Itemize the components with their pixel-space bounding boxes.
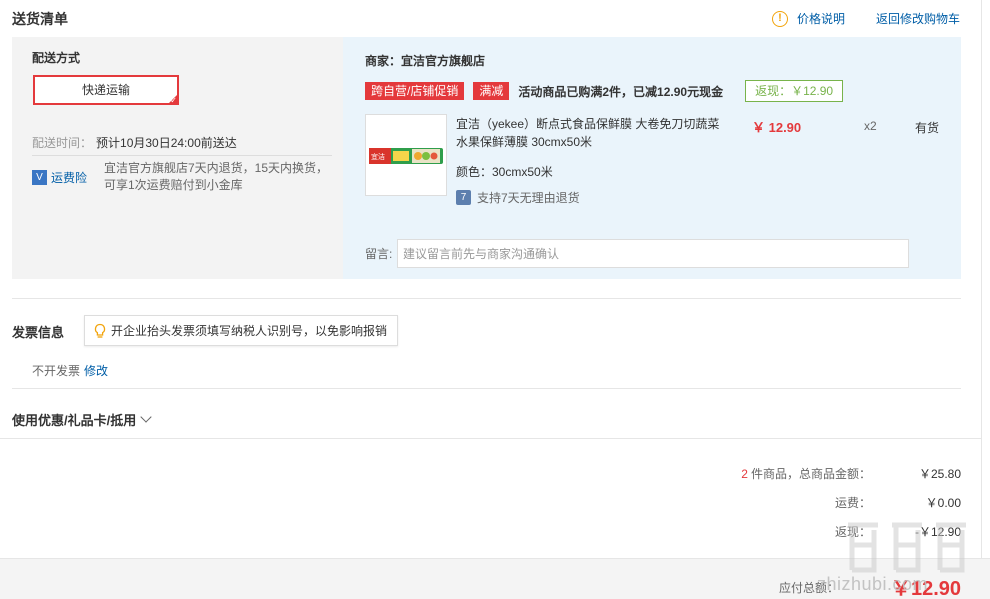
product-quantity: x2 bbox=[864, 119, 877, 133]
divider bbox=[12, 388, 961, 389]
return-policy: 7 支持7天无理由退货 bbox=[456, 189, 580, 206]
back-to-cart-link[interactable]: 返回修改购物车 bbox=[876, 10, 960, 27]
payable-label: 应付总额： bbox=[779, 581, 840, 595]
items-total: ￥25.80 bbox=[918, 467, 961, 481]
merchant-name: 商家：宜洁官方旗舰店 bbox=[365, 54, 486, 68]
delivery-time-label: 配送时间： bbox=[32, 136, 93, 150]
promo-text: 活动商品已购满2件，已减12.90元现金 bbox=[518, 84, 724, 99]
product-color: 颜色：30cmx50米 bbox=[456, 165, 553, 179]
price-info-link[interactable]: ! 价格说明 bbox=[772, 10, 845, 27]
delivery-header: 送货清单 ! 价格说明 返回修改购物车 bbox=[0, 0, 990, 36]
shield-icon: V bbox=[32, 169, 47, 185]
shipping-method-label: 配送方式 bbox=[32, 51, 81, 65]
product-title-link[interactable]: 宜洁（yekee）断点式食品保鲜膜 大卷免刀切蔬菜水果保鲜薄膜 30cmx50米 bbox=[456, 115, 726, 151]
invoice-status: 不开发票 修改 bbox=[32, 362, 108, 379]
freight-label: 运费： bbox=[834, 496, 871, 510]
item-count: 2 bbox=[741, 467, 748, 481]
summary-items-row: 2 件商品，总商品金额： ￥25.80 bbox=[741, 465, 961, 482]
delivery-time-value: 预计10月30日24:00前送达 bbox=[96, 136, 237, 150]
cashback-badge: 返现：￥12.90 bbox=[745, 80, 844, 102]
order-items-pane: 商家：宜洁官方旗舰店 跨自营/店铺促销 满减 活动商品已购满2件，已减12.90… bbox=[343, 37, 961, 279]
invoice-tip-text: 开企业抬头发票须填写纳税人识别号，以免影响报销 bbox=[111, 324, 388, 338]
checkmark-icon: ✓ bbox=[170, 96, 177, 105]
divider bbox=[0, 438, 981, 439]
plastic-wrap-image: 宜洁 bbox=[366, 115, 446, 195]
shipping-pane: 配送方式 快递运输 ✓ 配送时间： 预计10月30日24:00前送达 V 运费险 … bbox=[12, 37, 342, 279]
shipping-option-label: 快递运输 bbox=[81, 83, 130, 97]
price-info-label: 价格说明 bbox=[797, 12, 846, 26]
invoice-status-text: 不开发票 bbox=[32, 364, 81, 378]
divider bbox=[32, 155, 332, 156]
note-label: 留言: bbox=[365, 247, 393, 261]
freight-value: ￥0.00 bbox=[925, 496, 961, 510]
seven-day-return-icon: 7 bbox=[456, 190, 471, 205]
coupon-toggle[interactable]: 使用优惠/礼品卡/抵用 bbox=[12, 410, 152, 429]
stock-status: 有货 bbox=[915, 121, 940, 135]
delivery-box: 配送方式 快递运输 ✓ 配送时间： 预计10月30日24:00前送达 V 运费险 … bbox=[12, 37, 961, 279]
coupon-label: 使用优惠/礼品卡/抵用 bbox=[12, 413, 137, 428]
lightbulb-icon bbox=[94, 323, 106, 338]
svg-text:宜洁: 宜洁 bbox=[371, 152, 385, 161]
total-bar: 应付总额： ￥12.90 bbox=[0, 558, 990, 599]
payable-value: ￥12.90 bbox=[891, 578, 962, 599]
invoice-edit-link[interactable]: 修改 bbox=[84, 364, 108, 378]
shipping-option-express[interactable]: 快递运输 ✓ bbox=[33, 75, 179, 105]
promo-row: 跨自营/店铺促销 满减 活动商品已购满2件，已减12.90元现金 返现：￥12.… bbox=[365, 80, 844, 102]
delivery-time: 配送时间： 预计10月30日24:00前送达 bbox=[32, 134, 237, 151]
divider bbox=[981, 0, 982, 558]
invoice-tip: 开企业抬头发票须填写纳税人识别号，以免影响报销 bbox=[84, 315, 399, 346]
freight-insurance-text: 宜洁官方旗舰店7天内退货，15天内换货，可享1次运费赔付到小金库 bbox=[104, 161, 329, 192]
freight-insurance: V 运费险 宜洁官方旗舰店7天内退货，15天内换货，可享1次运费赔付到小金库 bbox=[32, 160, 334, 194]
items-label-text: 件商品，总商品金额： bbox=[750, 467, 871, 481]
freight-insurance-badge[interactable]: V 运费险 bbox=[32, 160, 104, 194]
discount-tag: 满减 bbox=[473, 82, 510, 100]
exclamation-icon: ! bbox=[772, 10, 788, 27]
summary-items-label: 2 件商品，总商品金额： bbox=[741, 465, 871, 482]
freight-insurance-label: 运费险 bbox=[51, 170, 88, 185]
cashback-label: 返现： bbox=[834, 525, 871, 539]
note-input[interactable] bbox=[397, 239, 909, 268]
promo-tag: 跨自营/店铺促销 bbox=[365, 82, 465, 100]
divider bbox=[12, 298, 961, 299]
section-title: 送货清单 bbox=[12, 11, 68, 27]
product-image[interactable]: 宜洁 bbox=[365, 114, 447, 196]
summary-cashback-row: 返现： -￥12.90 bbox=[835, 523, 961, 540]
chevron-down-icon bbox=[140, 411, 152, 423]
product-price: ￥ 12.90 bbox=[752, 120, 802, 135]
cashback-value: -￥12.90 bbox=[914, 525, 961, 539]
invoice-title: 发票信息 bbox=[12, 325, 65, 340]
return-policy-label: 支持7天无理由退货 bbox=[477, 191, 580, 205]
summary-freight-row: 运费： ￥0.00 bbox=[835, 494, 961, 511]
